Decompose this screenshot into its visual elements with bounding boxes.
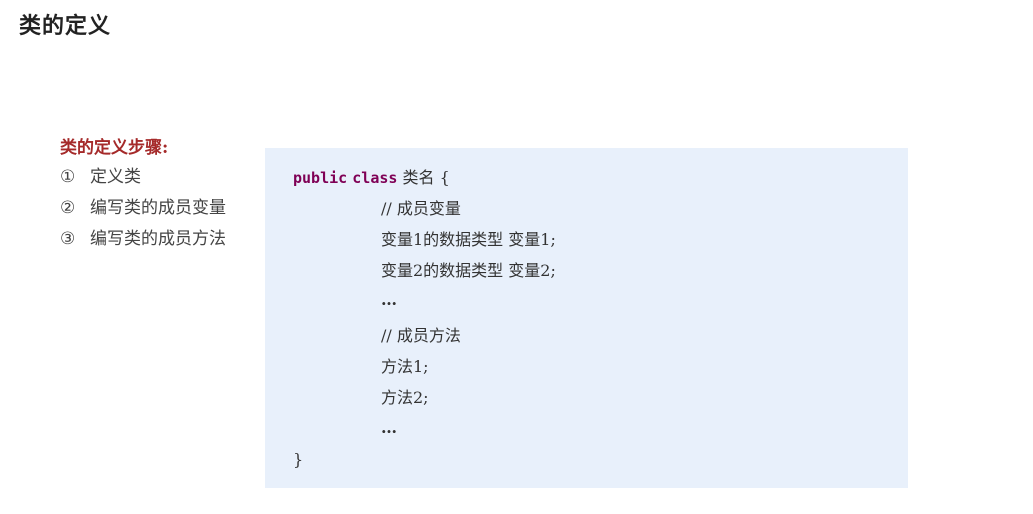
code-ellipsis: … [381,418,397,437]
code-block: public class 类名 { // 成员变量 变量1的数据类型 变量1; … [265,148,908,488]
code-line-method-1: 方法1; [381,357,429,376]
code-line-variable-1: 变量1的数据类型 变量1; [381,230,556,249]
code-comment-member-variables: // 成员变量 [381,199,461,218]
step-label: 定义类 [90,167,141,187]
list-item: ① 定义类 [60,162,260,193]
list-item: ③ 编写类的成员方法 [60,224,260,255]
step-label: 编写类的成员变量 [90,198,226,218]
step-number: ③ [60,229,76,249]
keyword-class: class [352,169,398,187]
code-line-class-declaration: public class 类名 { [293,166,450,190]
code-comment-member-methods: // 成员方法 [381,326,461,345]
list-item: ② 编写类的成员变量 [60,193,260,224]
code-ellipsis: … [381,290,397,309]
code-line-variable-2: 变量2的数据类型 变量2; [381,261,556,280]
code-close-brace: } [293,450,304,469]
step-number: ② [60,198,76,218]
step-number: ① [60,167,76,187]
step-label: 编写类的成员方法 [90,229,226,249]
class-name: 类名 { [397,168,450,187]
code-line-method-2: 方法2; [381,388,429,407]
page-title: 类的定义 [19,14,112,39]
steps-heading: 类的定义步骤: [60,138,169,158]
steps-list: 类的定义步骤: ① 定义类 ② 编写类的成员变量 ③ 编写类的成员方法 [60,134,260,255]
keyword-public: public [293,169,348,187]
